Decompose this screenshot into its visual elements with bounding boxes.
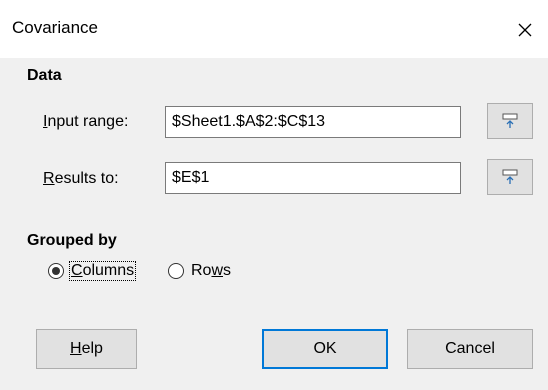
dialog-title: Covariance (12, 18, 98, 37)
cancel-button[interactable]: Cancel (407, 329, 533, 369)
close-icon (518, 23, 532, 37)
title-bar: Covariance (0, 0, 548, 58)
ok-button-label: OK (313, 340, 337, 357)
results-to-field[interactable]: $E$1 (165, 162, 461, 194)
cancel-button-label: Cancel (445, 340, 495, 357)
dialog-body: Data Input range: $Sheet1.$A$2:$C$13 Res… (0, 58, 548, 390)
columns-radio-label: Columns (68, 261, 137, 281)
rows-radio-button[interactable] (168, 263, 184, 279)
input-range-field[interactable]: $Sheet1.$A$2:$C$13 (165, 106, 461, 138)
results-to-shrink-button[interactable] (487, 159, 533, 195)
close-button[interactable] (502, 10, 548, 50)
data-section-heading: Data (27, 67, 62, 84)
shrink-icon (502, 169, 518, 184)
results-to-label: Results to: (43, 170, 119, 187)
columns-radio[interactable]: Columns (48, 261, 137, 281)
input-range-shrink-button[interactable] (487, 103, 533, 139)
rows-radio[interactable]: Rows (168, 262, 232, 280)
ok-button[interactable]: OK (262, 329, 388, 369)
shrink-icon (502, 113, 518, 128)
help-button[interactable]: Help (36, 329, 137, 369)
input-range-label: Input range: (43, 113, 129, 130)
grouped-by-heading: Grouped by (27, 232, 117, 249)
rows-radio-label: Rows (191, 262, 232, 279)
columns-radio-button[interactable] (48, 263, 64, 279)
